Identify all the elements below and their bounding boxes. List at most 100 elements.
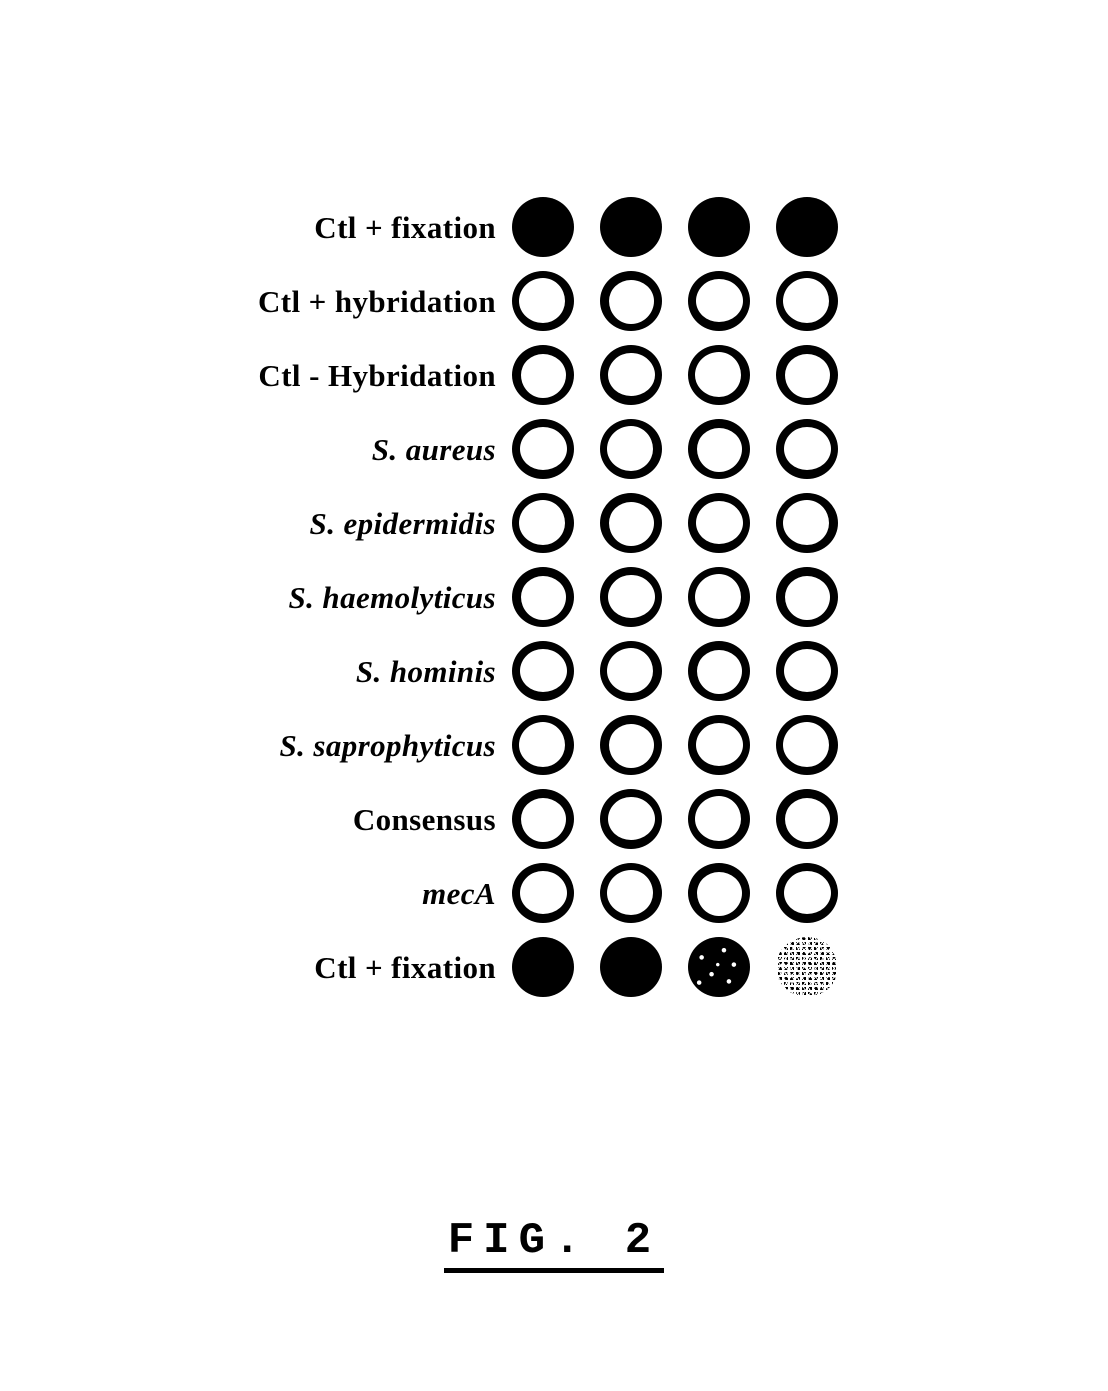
array-spot-cell — [688, 641, 776, 701]
array-spot-ring — [688, 641, 750, 701]
figure-caption: FIG. 2 — [0, 1218, 1108, 1274]
hybridization-array-grid: Ctl + fixation Ctl + hybridation Ctl - Hyb… — [150, 190, 890, 1004]
figure-caption-text: FIG. 2 — [443, 1218, 665, 1274]
array-spot-ring — [776, 715, 838, 775]
array-spot-ring — [512, 345, 574, 405]
array-spot-cell — [776, 493, 864, 553]
array-spot-cell — [776, 863, 864, 923]
array-row-spots — [512, 345, 864, 405]
array-spot-ring — [512, 271, 574, 331]
array-spot-ring — [512, 715, 574, 775]
array-spot-ring — [512, 863, 574, 923]
array-row-spots — [512, 715, 864, 775]
array-spot-ring — [600, 271, 662, 331]
array-spot-cell — [688, 715, 776, 775]
array-spot-cell — [512, 937, 600, 997]
array-spot-cell — [600, 641, 688, 701]
array-spot-cell — [600, 271, 688, 331]
array-spot-cell — [512, 789, 600, 849]
array-spot-cell — [688, 863, 776, 923]
array-spot-ring — [776, 863, 838, 923]
array-spot-cell — [688, 567, 776, 627]
array-spot-cell — [600, 567, 688, 627]
array-spot-cell — [512, 493, 600, 553]
array-spot-ring — [776, 789, 838, 849]
array-row-label: Ctl + fixation — [314, 209, 496, 245]
array-spot-ring — [776, 567, 838, 627]
array-spot-ring — [688, 271, 750, 331]
array-row-label: S. aureus — [371, 431, 496, 467]
array-row-label: Ctl + hybridation — [257, 283, 496, 319]
array-spot-ring — [776, 345, 838, 405]
array-spot-filled — [688, 197, 750, 257]
array-spot-cell — [776, 271, 864, 331]
array-spot-filled — [512, 197, 574, 257]
array-row-label: Consensus — [352, 801, 496, 837]
array-row-spots — [512, 419, 864, 479]
array-spot-ring — [600, 715, 662, 775]
array-row: Ctl + hybridation — [150, 264, 890, 338]
array-spot-cell — [776, 715, 864, 775]
array-spot-ring — [688, 493, 750, 553]
array-row: Consensus — [150, 782, 890, 856]
array-spot-cell — [600, 419, 688, 479]
array-spot-cell — [512, 197, 600, 257]
array-spot-ring — [600, 419, 662, 479]
array-spot-ring — [512, 789, 574, 849]
array-spot-ring — [600, 789, 662, 849]
array-spot-ring — [776, 419, 838, 479]
array-spot-cell — [688, 271, 776, 331]
array-spot-mottled — [688, 937, 750, 997]
array-spot-cell — [600, 197, 688, 257]
array-spot-cell — [600, 715, 688, 775]
array-spot-cell — [512, 567, 600, 627]
array-spot-ring — [688, 789, 750, 849]
array-row: S. hominis — [150, 634, 890, 708]
array-row-spots — [512, 197, 864, 257]
array-spot-dithered — [776, 937, 838, 997]
array-spot-cell — [688, 937, 776, 997]
array-spot-cell — [512, 271, 600, 331]
array-spot-cell — [776, 937, 864, 997]
halftone-texture — [776, 937, 838, 997]
array-spot-cell — [688, 789, 776, 849]
array-spot-cell — [688, 197, 776, 257]
array-spot-filled — [512, 937, 574, 997]
array-row: mecA — [150, 856, 890, 930]
array-spot-ring — [688, 863, 750, 923]
array-spot-ring — [512, 567, 574, 627]
array-spot-cell — [512, 715, 600, 775]
array-spot-filled — [776, 197, 838, 257]
array-spot-cell — [776, 419, 864, 479]
array-spot-ring — [512, 493, 574, 553]
array-row-label: S. epidermidis — [309, 505, 496, 541]
array-spot-ring — [600, 641, 662, 701]
array-row: S. epidermidis — [150, 486, 890, 560]
array-spot-ring — [688, 567, 750, 627]
array-spot-cell — [776, 197, 864, 257]
array-row-label: Ctl + fixation — [314, 949, 496, 985]
array-spot-cell — [600, 937, 688, 997]
array-spot-cell — [512, 419, 600, 479]
array-row-spots — [512, 493, 864, 553]
array-spot-cell — [512, 345, 600, 405]
array-row-label: S. saprophyticus — [279, 727, 496, 763]
array-spot-ring — [600, 493, 662, 553]
array-spot-ring — [512, 641, 574, 701]
array-spot-cell — [512, 863, 600, 923]
array-row-spots — [512, 271, 864, 331]
array-row-spots — [512, 863, 864, 923]
array-spot-ring — [600, 345, 662, 405]
array-spot-cell — [600, 789, 688, 849]
array-spot-cell — [688, 493, 776, 553]
array-row-spots — [512, 567, 864, 627]
array-spot-ring — [600, 567, 662, 627]
array-spot-ring — [776, 271, 838, 331]
array-row-spots — [512, 641, 864, 701]
array-spot-cell — [600, 345, 688, 405]
array-row: S. aureus — [150, 412, 890, 486]
array-spot-cell — [776, 567, 864, 627]
array-row: S. haemolyticus — [150, 560, 890, 634]
array-spot-cell — [688, 419, 776, 479]
array-row-label: mecA — [422, 875, 496, 911]
